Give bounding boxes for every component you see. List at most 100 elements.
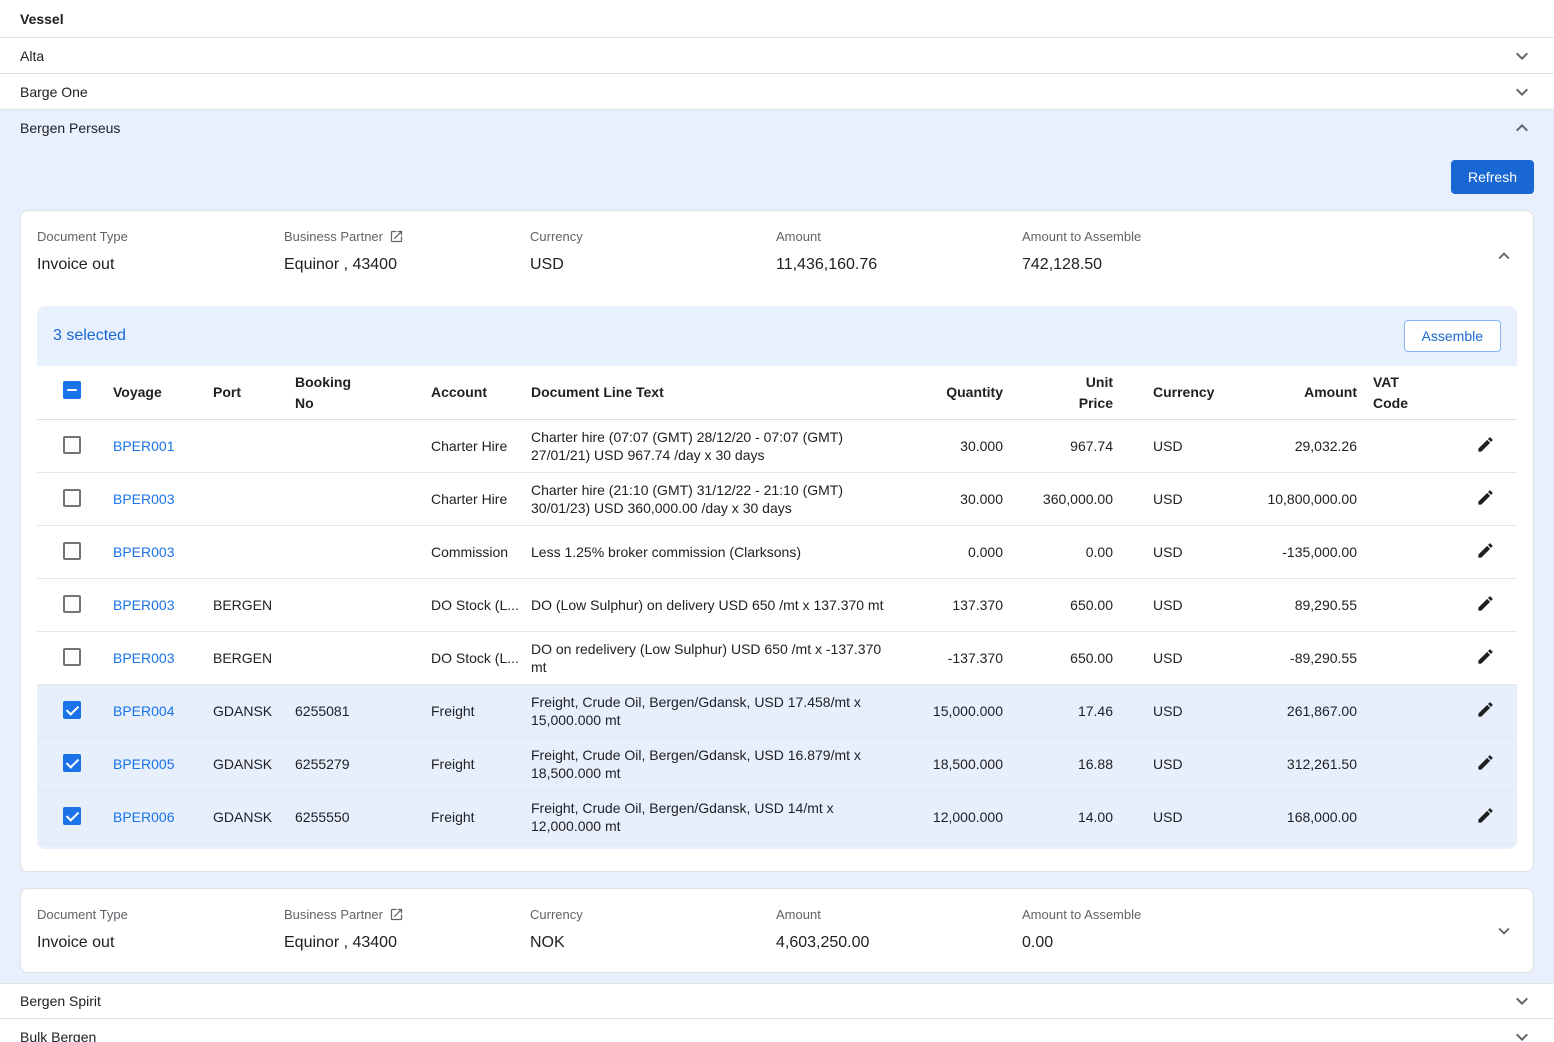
edit-icon[interactable] (1476, 594, 1495, 613)
row-checkbox[interactable] (63, 648, 81, 666)
assemble-button[interactable]: Assemble (1404, 320, 1501, 352)
chevron-down-icon[interactable] (1510, 80, 1534, 104)
chevron-up-icon[interactable] (1493, 245, 1515, 267)
port-cell: GDANSK (213, 809, 295, 825)
table-header-row: Voyage Port Booking No Account Document … (37, 366, 1517, 420)
unit-price-cell: 360,000.00 (1003, 491, 1113, 507)
col-header-vat-code: VAT Code (1357, 372, 1453, 414)
currency-cell: USD (1113, 597, 1205, 613)
row-checkbox[interactable] (63, 489, 81, 507)
amount-cell: -89,290.55 (1205, 650, 1357, 666)
amount-cell: 312,261.50 (1205, 756, 1357, 772)
document-type-label: Document Type (37, 229, 284, 244)
document-type-value: Invoice out (37, 934, 284, 952)
edit-icon[interactable] (1476, 753, 1495, 772)
booking-no-cell: 6255279 (295, 756, 431, 772)
business-partner-field: Business Partner Equinor , 43400 (284, 229, 530, 274)
voyage-link[interactable]: BPER001 (113, 438, 174, 454)
unit-price-cell: 16.88 (1003, 756, 1113, 772)
open-in-new-icon[interactable] (389, 907, 404, 922)
voyage-link[interactable]: BPER006 (113, 809, 174, 825)
quantity-cell: 30.000 (907, 491, 1003, 507)
amount-to-assemble-label: Amount to Assemble (1022, 229, 1517, 244)
col-header-currency: Currency (1113, 382, 1205, 403)
currency-cell: USD (1113, 544, 1205, 560)
amount-cell: 168,000.00 (1205, 809, 1357, 825)
vessel-row-bulk-bergen[interactable]: Bulk Bergen (0, 1019, 1554, 1042)
table-row: BPER006 GDANSK 6255550 Freight Freight, … (37, 791, 1517, 844)
row-checkbox[interactable] (63, 807, 81, 825)
vessel-row-alta[interactable]: Alta (0, 38, 1554, 74)
selection-bar: 3 selected Assemble (37, 306, 1517, 366)
amount-cell: -135,000.00 (1205, 544, 1357, 560)
selection-count: 3 selected (53, 327, 126, 345)
vessel-row-barge-one[interactable]: Barge One (0, 74, 1554, 110)
voyage-link[interactable]: BPER003 (113, 650, 174, 666)
document-summary: Document Type Invoice out Business Partn… (21, 889, 1533, 972)
row-checkbox[interactable] (63, 701, 81, 719)
amount-label: Amount (776, 907, 1022, 922)
unit-price-cell: 967.74 (1003, 438, 1113, 454)
chevron-up-icon[interactable] (1510, 116, 1534, 140)
edit-icon[interactable] (1476, 700, 1495, 719)
currency-field: Currency NOK (530, 907, 776, 952)
line-text-cell: DO (Low Sulphur) on delivery USD 650 /mt… (531, 596, 907, 614)
edit-icon[interactable] (1476, 541, 1495, 560)
table-row: BPER003 Commission Less 1.25% broker com… (37, 526, 1517, 579)
vessel-label: Alta (20, 48, 44, 64)
open-in-new-icon[interactable] (389, 229, 404, 244)
account-cell: Freight (431, 756, 531, 772)
currency-cell: USD (1113, 703, 1205, 719)
voyage-link[interactable]: BPER004 (113, 703, 174, 719)
row-checkbox[interactable] (63, 595, 81, 613)
table-row: BPER001 Charter Hire Charter hire (07:07… (37, 420, 1517, 473)
voyage-link[interactable]: BPER003 (113, 544, 174, 560)
unit-price-cell: 17.46 (1003, 703, 1113, 719)
vessel-row-bergen-spirit[interactable]: Bergen Spirit (0, 983, 1554, 1019)
port-cell: GDANSK (213, 756, 295, 772)
business-partner-field: Business Partner Equinor , 43400 (284, 907, 530, 952)
amount-to-assemble-field: Amount to Assemble 742,128.50 (1022, 229, 1517, 274)
chevron-down-icon[interactable] (1510, 44, 1534, 68)
currency-cell: USD (1113, 756, 1205, 772)
voyage-link[interactable]: BPER003 (113, 597, 174, 613)
business-partner-label: Business Partner (284, 907, 383, 922)
port-cell: GDANSK (213, 703, 295, 719)
col-header-quantity: Quantity (907, 382, 1003, 403)
select-all-checkbox[interactable] (63, 381, 81, 399)
unit-price-cell: 650.00 (1003, 650, 1113, 666)
row-checkbox[interactable] (63, 436, 81, 454)
chevron-down-icon[interactable] (1510, 1025, 1534, 1042)
vessel-row-bergen-perseus[interactable]: Bergen Perseus (0, 110, 1554, 146)
business-partner-label: Business Partner (284, 229, 383, 244)
amount-value: 4,603,250.00 (776, 934, 1022, 952)
amount-to-assemble-value: 742,128.50 (1022, 256, 1517, 274)
row-checkbox[interactable] (63, 542, 81, 560)
table-row: BPER003 BERGEN DO Stock (L... DO on rede… (37, 632, 1517, 685)
chevron-down-icon[interactable] (1510, 989, 1534, 1013)
amount-field: Amount 4,603,250.00 (776, 907, 1022, 952)
quantity-cell: 18,500.000 (907, 756, 1003, 772)
line-text-cell: Charter hire (07:07 (GMT) 28/12/20 - 07:… (531, 428, 907, 464)
voyage-link[interactable]: BPER003 (113, 491, 174, 507)
line-text-cell: Freight, Crude Oil, Bergen/Gdansk, USD 1… (531, 799, 907, 835)
account-cell: DO Stock (L... (431, 597, 531, 613)
row-checkbox[interactable] (63, 754, 81, 772)
voyage-link[interactable]: BPER005 (113, 756, 174, 772)
table-row: BPER003 Charter Hire Charter hire (21:10… (37, 473, 1517, 526)
table-row: BPER003 BERGEN DO Stock (L... DO (Low Su… (37, 579, 1517, 632)
account-cell: DO Stock (L... (431, 650, 531, 666)
quantity-cell: -137.370 (907, 650, 1003, 666)
vessel-label: Bergen Perseus (20, 120, 120, 136)
vessel-label: Bergen Spirit (20, 993, 101, 1009)
quantity-cell: 12,000.000 (907, 809, 1003, 825)
chevron-down-icon[interactable] (1493, 920, 1515, 942)
vessel-panel-bergen-perseus: Bergen Perseus Refresh Document Type Inv… (0, 110, 1554, 983)
edit-icon[interactable] (1476, 488, 1495, 507)
edit-icon[interactable] (1476, 435, 1495, 454)
edit-icon[interactable] (1476, 806, 1495, 825)
col-header-line-text: Document Line Text (531, 382, 907, 403)
edit-icon[interactable] (1476, 647, 1495, 666)
line-text-cell: DO on redelivery (Low Sulphur) USD 650 /… (531, 640, 907, 676)
refresh-button[interactable]: Refresh (1451, 160, 1534, 194)
